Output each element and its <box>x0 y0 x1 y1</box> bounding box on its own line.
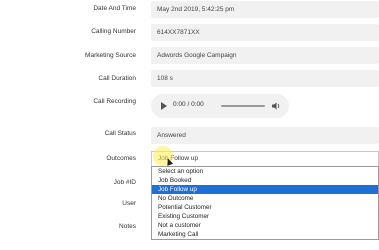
volume-icon[interactable] <box>271 101 281 111</box>
option-select-an-option[interactable]: Select an option <box>152 167 378 176</box>
calling-number-field: 614XX7871XX <box>151 24 379 41</box>
user-label: User <box>122 200 136 207</box>
option-existing-customer[interactable]: Existing Customer <box>152 212 378 221</box>
calling-number-label: Calling Number <box>91 28 136 35</box>
seek-bar[interactable] <box>221 105 265 107</box>
call-status-field: Answered <box>151 127 379 144</box>
marketing-source-field: Adwords Google Campaign <box>151 47 379 64</box>
notes-label: Notes <box>119 223 136 230</box>
date-time-field: May 2nd 2019, 5:42:25 pm <box>151 1 379 18</box>
option-job-follow-up[interactable]: Job Follow up <box>152 185 378 194</box>
outcomes-label: Outcomes <box>106 155 136 162</box>
outcomes-dropdown[interactable]: Select an option Job Booked Job Follow u… <box>151 166 379 240</box>
outcomes-select[interactable]: Job Follow up <box>151 151 379 166</box>
option-no-outcome[interactable]: No Outcome <box>152 194 378 203</box>
option-job-booked[interactable]: Job Booked <box>152 176 378 185</box>
call-status-label: Call Status <box>104 130 136 137</box>
date-time-label: Date And Time <box>93 5 136 12</box>
audio-player[interactable]: 0:00 / 0:00 <box>151 94 289 118</box>
player-time: 0:00 / 0:00 <box>173 101 204 108</box>
call-duration-field: 108 s <box>151 70 379 87</box>
call-recording-label: Call Recording <box>93 98 136 105</box>
option-potential-customer[interactable]: Potential Customer <box>152 203 378 212</box>
play-icon[interactable] <box>161 102 167 110</box>
option-not-a-customer[interactable]: Not a customer <box>152 221 378 230</box>
call-duration-label: Call Duration <box>98 75 136 82</box>
job-id-label: Job #ID <box>113 179 136 186</box>
option-marketing-call[interactable]: Marketing Call <box>152 230 378 239</box>
marketing-source-label: Marketing Source <box>85 52 136 59</box>
